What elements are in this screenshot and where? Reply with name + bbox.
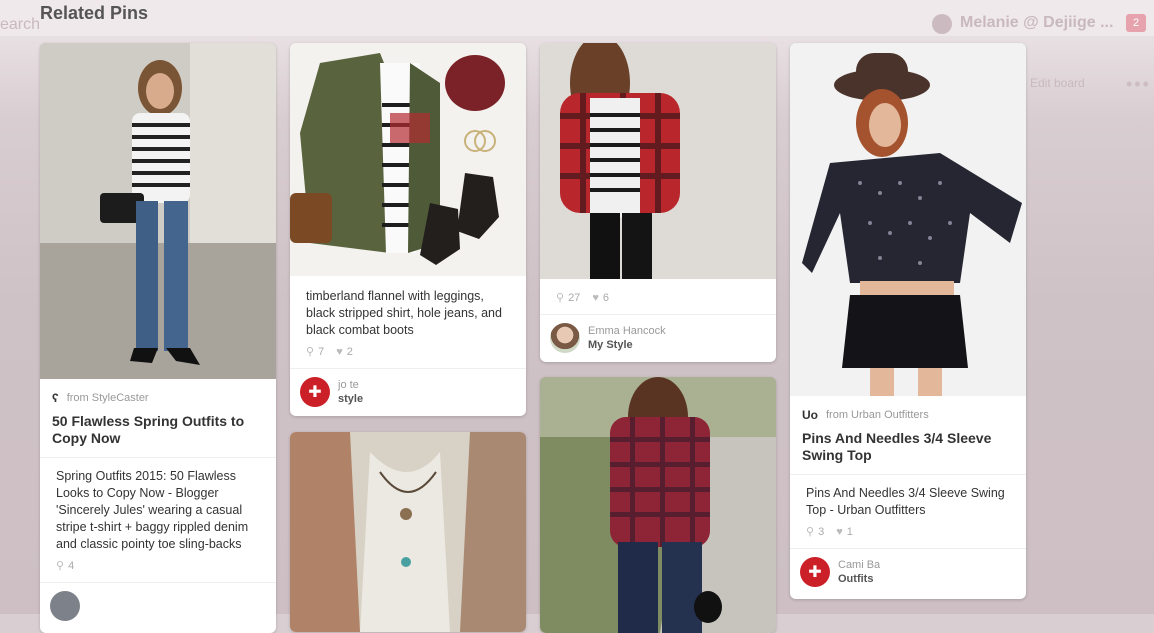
user-meta: Emma Hancock My Style bbox=[588, 324, 666, 352]
repin-count-value: 27 bbox=[568, 291, 581, 304]
user-meta: jo te style bbox=[338, 378, 363, 406]
pin-card-urban-outfitters[interactable]: Uo from Urban Outfitters Pins And Needle… bbox=[790, 43, 1026, 599]
pin-card-plaid[interactable] bbox=[540, 377, 776, 633]
notification-badge: 2 bbox=[1126, 14, 1146, 32]
pin-description: Spring Outfits 2015: 50 Flawless Looks t… bbox=[56, 469, 249, 551]
section-title: Related Pins bbox=[40, 3, 149, 23]
like-count[interactable]: ♥ 2 bbox=[336, 345, 353, 358]
pinner-name[interactable]: Cami Ba bbox=[838, 558, 880, 572]
user-meta: Cami Ba Outfits bbox=[838, 558, 880, 586]
pin-card-necklace[interactable] bbox=[290, 432, 526, 632]
pin-stats: ⚲ 7 ♥ 2 bbox=[290, 339, 526, 368]
like-count-value: 1 bbox=[846, 525, 853, 538]
pushpin-repin-icon: ⚲ bbox=[556, 292, 565, 304]
like-count-value: 6 bbox=[602, 291, 609, 304]
board-name[interactable]: My Style bbox=[588, 338, 666, 352]
pushpin-repin-icon: ⚲ bbox=[306, 346, 315, 358]
pin-description: Pins And Needles 3/4 Sleeve Swing Top - … bbox=[806, 486, 1005, 517]
pin-user-row[interactable]: ✚ Cami Ba Outfits bbox=[790, 548, 1026, 595]
stylecaster-icon: ʕ bbox=[52, 391, 59, 405]
pushpin-repin-icon: ⚲ bbox=[806, 526, 815, 538]
pinner-name[interactable]: Emma Hancock bbox=[588, 324, 666, 338]
pin-description: timberland flannel with leggings, black … bbox=[306, 289, 502, 337]
pin-user-row[interactable]: ✚ jo te style bbox=[290, 368, 526, 415]
board-name[interactable]: style bbox=[338, 392, 363, 406]
board-name[interactable]: Outfits bbox=[838, 572, 880, 586]
pushpin-repin-icon: ⚲ bbox=[56, 560, 65, 572]
more-icon: ••• bbox=[1126, 74, 1151, 94]
pin-card-flannel[interactable]: ⚲ 27 ♥ 6 Emma Hancock My Style bbox=[540, 43, 776, 362]
background-avatar bbox=[932, 14, 952, 34]
background-user-name: Melanie @ Dejiige ... bbox=[960, 14, 1114, 31]
heart-icon: ♥ bbox=[336, 345, 343, 358]
pin-source-row[interactable]: Uo from Urban Outfitters bbox=[790, 396, 1026, 422]
pinner-name[interactable]: jo te bbox=[338, 378, 363, 392]
repin-count-value: 4 bbox=[68, 559, 75, 572]
pin-source[interactable]: from Urban Outfitters bbox=[826, 409, 929, 421]
pin-source-row[interactable]: ʕ from StyleCaster bbox=[40, 379, 276, 405]
pin-stats: ⚲ 3 ♥ 1 bbox=[790, 519, 1026, 548]
repin-count[interactable]: ⚲ 3 bbox=[806, 525, 825, 539]
pin-image[interactable] bbox=[790, 43, 1026, 396]
urban-outfitters-icon: Uo bbox=[802, 408, 818, 422]
pin-user-row[interactable]: Emma Hancock My Style bbox=[540, 314, 776, 361]
pin-image[interactable] bbox=[40, 43, 276, 379]
pinterest-icon[interactable]: ✚ bbox=[800, 557, 830, 587]
like-count[interactable]: ♥ 1 bbox=[836, 525, 853, 538]
repin-count-value: 3 bbox=[818, 525, 825, 538]
heart-icon: ♥ bbox=[592, 291, 599, 304]
pin-title[interactable]: 50 Flawless Spring Outfits to Copy Now bbox=[40, 405, 276, 447]
background-edit-board: Edit board bbox=[1030, 76, 1085, 90]
avatar[interactable] bbox=[50, 591, 80, 621]
avatar[interactable] bbox=[550, 323, 580, 353]
pin-image[interactable] bbox=[540, 377, 776, 633]
background-search-text: earch bbox=[0, 16, 41, 33]
pin-title[interactable]: Pins And Needles 3/4 Sleeve Swing Top bbox=[790, 422, 1026, 464]
heart-icon: ♥ bbox=[836, 525, 843, 538]
pin-image[interactable] bbox=[540, 43, 776, 279]
like-count-value: 2 bbox=[346, 345, 353, 358]
pin-card-stylecaster[interactable]: ʕ from StyleCaster 50 Flawless Spring Ou… bbox=[40, 43, 276, 633]
pin-stats: ⚲ 27 ♥ 6 bbox=[540, 279, 776, 314]
repin-count[interactable]: ⚲ 7 bbox=[306, 345, 325, 359]
pin-user-row[interactable] bbox=[40, 582, 276, 629]
pinterest-icon[interactable]: ✚ bbox=[300, 377, 330, 407]
pin-image[interactable] bbox=[290, 43, 526, 276]
repin-count-value: 7 bbox=[318, 345, 325, 358]
repin-count[interactable]: ⚲ 27 bbox=[556, 291, 581, 305]
pin-image[interactable] bbox=[290, 432, 526, 632]
pin-stats: ⚲ 4 bbox=[40, 553, 276, 582]
pin-card-timberland[interactable]: timberland flannel with leggings, black … bbox=[290, 43, 526, 416]
like-count[interactable]: ♥ 6 bbox=[592, 291, 609, 304]
pin-source[interactable]: from StyleCaster bbox=[67, 392, 149, 404]
repin-count[interactable]: ⚲ 4 bbox=[56, 559, 75, 573]
